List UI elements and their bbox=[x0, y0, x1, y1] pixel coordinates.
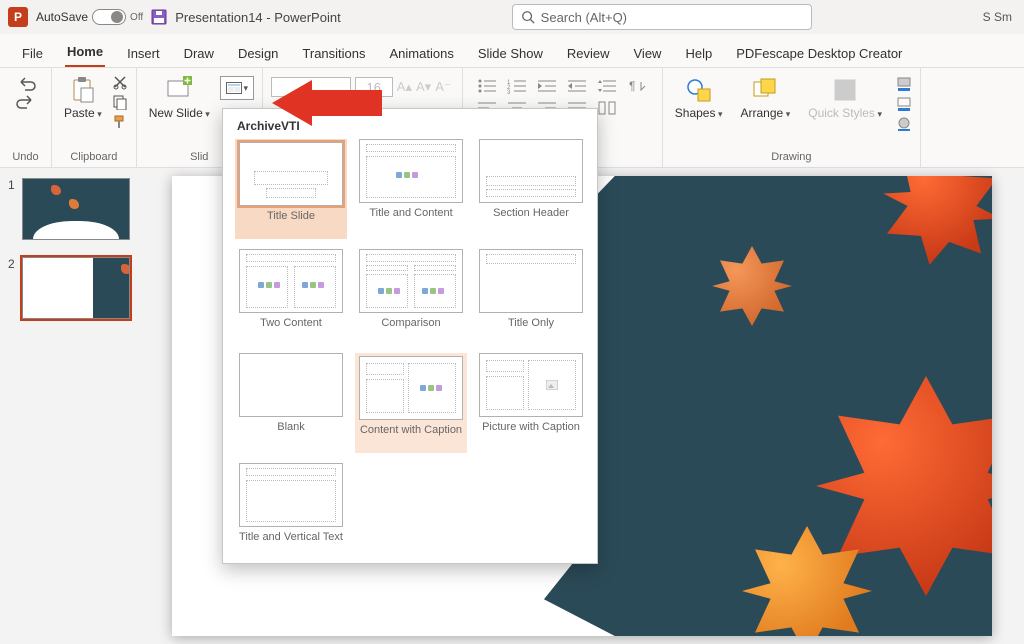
layout-option-title-vertical-text[interactable]: Title and Vertical Text bbox=[235, 463, 347, 557]
autosave-switch[interactable] bbox=[92, 9, 126, 25]
redo-icon[interactable] bbox=[15, 94, 37, 110]
annotation-arrow-icon bbox=[272, 80, 382, 129]
clear-format-icon[interactable]: A⁻ bbox=[435, 79, 451, 95]
menu-file[interactable]: File bbox=[20, 40, 45, 67]
cut-icon[interactable] bbox=[112, 74, 128, 90]
autosave-toggle[interactable]: AutoSave Off bbox=[36, 9, 143, 25]
shapes-button[interactable]: Shapes bbox=[671, 74, 727, 122]
menu-review[interactable]: Review bbox=[565, 40, 612, 67]
autosave-state: Off bbox=[130, 12, 143, 23]
search-placeholder: Search (Alt+Q) bbox=[541, 10, 627, 25]
menu-slideshow[interactable]: Slide Show bbox=[476, 40, 545, 67]
quick-styles-button[interactable]: Quick Styles bbox=[804, 74, 886, 122]
undo-icon[interactable] bbox=[15, 76, 37, 92]
layout-option-title-content[interactable]: Title and Content bbox=[355, 139, 467, 239]
svg-text:3: 3 bbox=[507, 90, 511, 94]
menu-animations[interactable]: Animations bbox=[388, 40, 456, 67]
undo-group-label: Undo bbox=[12, 151, 38, 165]
menu-pdfescape[interactable]: PDFescape Desktop Creator bbox=[734, 40, 904, 67]
slide-layout-dropdown: ArchiveVTI Title Slide Title and Content… bbox=[222, 108, 598, 564]
decrease-font-icon[interactable]: A▾ bbox=[416, 79, 431, 95]
layout-icon bbox=[226, 82, 242, 94]
autosave-label: AutoSave bbox=[36, 10, 88, 24]
menu-design[interactable]: Design bbox=[236, 40, 280, 67]
layout-option-blank[interactable]: Blank bbox=[235, 353, 347, 453]
search-icon bbox=[521, 10, 535, 24]
chevron-down-icon: ▾ bbox=[244, 83, 249, 94]
clipboard-group-label: Clipboard bbox=[70, 151, 117, 165]
increase-indent-icon[interactable] bbox=[567, 78, 587, 94]
layout-option-comparison[interactable]: Comparison bbox=[355, 249, 467, 343]
menu-transitions[interactable]: Transitions bbox=[300, 40, 367, 67]
layout-option-title-only[interactable]: Title Only bbox=[475, 249, 587, 343]
drawing-group-label: Drawing bbox=[771, 151, 811, 165]
layout-option-content-caption[interactable]: Content with Caption bbox=[355, 353, 467, 453]
layout-option-section-header[interactable]: Section Header bbox=[475, 139, 587, 239]
menu-insert[interactable]: Insert bbox=[125, 40, 162, 67]
paste-icon bbox=[69, 76, 97, 104]
new-slide-icon bbox=[165, 76, 193, 104]
save-icon[interactable] bbox=[151, 9, 167, 25]
format-painter-icon[interactable] bbox=[112, 114, 128, 130]
decrease-indent-icon[interactable] bbox=[537, 78, 557, 94]
text-direction-icon[interactable]: ¶ bbox=[627, 78, 647, 94]
menu-home[interactable]: Home bbox=[65, 38, 105, 67]
menu-view[interactable]: View bbox=[632, 40, 664, 67]
menu-bar: File Home Insert Draw Design Transitions… bbox=[0, 34, 1024, 68]
columns-icon[interactable] bbox=[597, 100, 617, 116]
increase-font-icon[interactable]: A▴ bbox=[397, 79, 412, 95]
slide-thumbnail[interactable]: 1 bbox=[8, 178, 132, 243]
app-icon: P bbox=[8, 7, 28, 27]
menu-help[interactable]: Help bbox=[683, 40, 714, 67]
slides-group-label: Slid bbox=[190, 151, 208, 165]
slide-thumbnail[interactable]: 2 bbox=[8, 257, 132, 322]
layout-option-two-content[interactable]: Two Content bbox=[235, 249, 347, 343]
bullets-icon[interactable] bbox=[477, 78, 497, 94]
svg-text:¶: ¶ bbox=[629, 79, 635, 93]
line-spacing-icon[interactable] bbox=[597, 78, 617, 94]
shape-effects-icon[interactable] bbox=[896, 116, 912, 132]
shape-fill-icon[interactable] bbox=[896, 76, 912, 92]
shapes-icon bbox=[685, 76, 713, 104]
new-slide-button[interactable]: New Slide bbox=[145, 74, 214, 122]
numbering-icon[interactable]: 123 bbox=[507, 78, 527, 94]
quick-styles-icon bbox=[831, 76, 859, 104]
layout-option-picture-caption[interactable]: Picture with Caption bbox=[475, 353, 587, 453]
user-name: S Sm bbox=[983, 10, 1016, 24]
menu-draw[interactable]: Draw bbox=[182, 40, 216, 67]
document-title: Presentation14 - PowerPoint bbox=[175, 10, 340, 25]
search-input[interactable]: Search (Alt+Q) bbox=[512, 4, 812, 30]
picture-icon bbox=[546, 380, 558, 390]
arrange-icon bbox=[751, 76, 779, 104]
arrange-button[interactable]: Arrange bbox=[737, 74, 795, 122]
slide-layout-button[interactable]: ▾ bbox=[220, 76, 254, 100]
layout-option-title-slide[interactable]: Title Slide bbox=[235, 139, 347, 239]
slide-thumbnail-panel: 1 2 bbox=[0, 168, 140, 644]
paste-button[interactable]: Paste bbox=[60, 74, 106, 122]
copy-icon[interactable] bbox=[112, 94, 128, 110]
shape-outline-icon[interactable] bbox=[896, 96, 912, 112]
